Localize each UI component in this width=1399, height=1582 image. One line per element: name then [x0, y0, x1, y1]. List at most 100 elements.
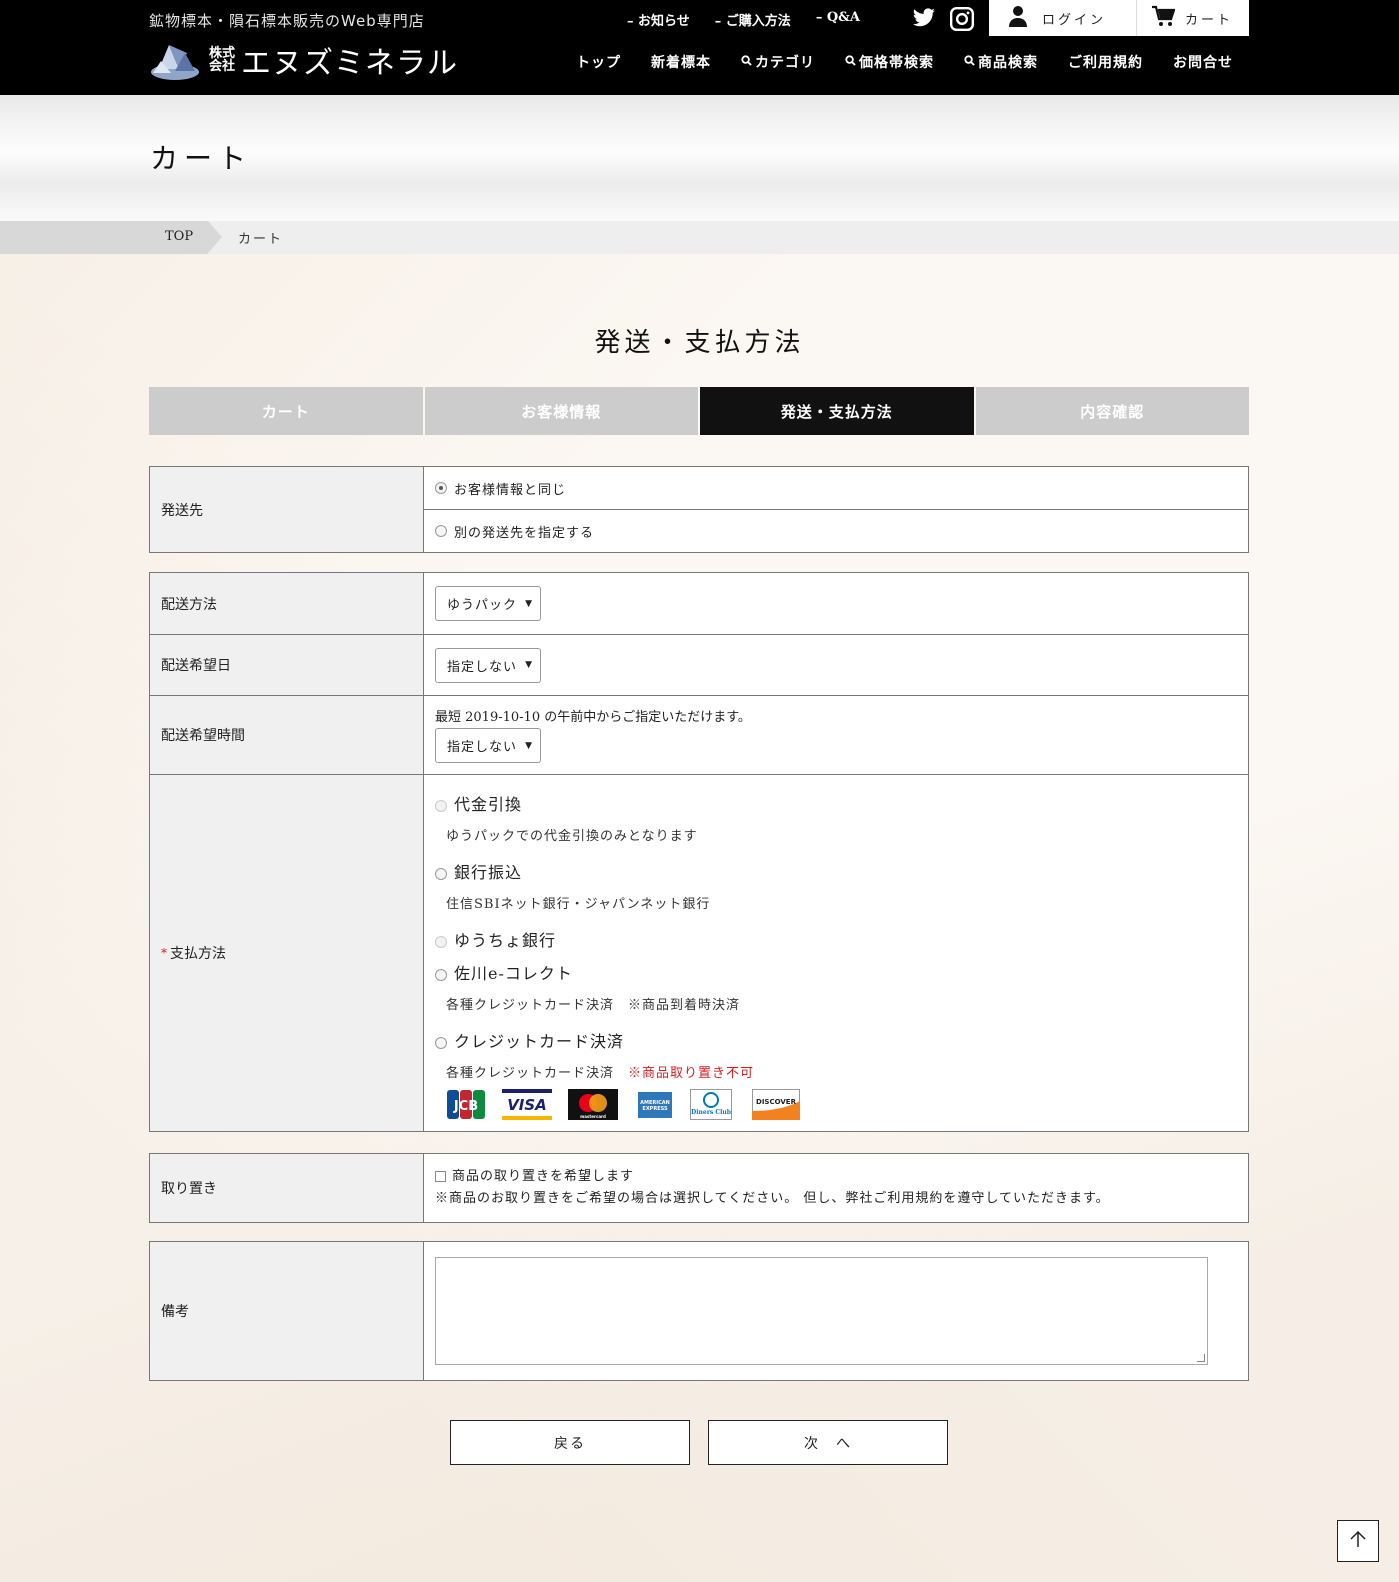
- payment-yucho-option[interactable]: ゆうちょ銀行: [435, 927, 1248, 951]
- card-brand-logos: JCB VISA mastercard AMERICAN EXPRESS Dine…: [446, 1089, 1248, 1120]
- payment-credit-radio[interactable]: [435, 1037, 447, 1049]
- chevron-down-icon: ▼: [525, 740, 533, 751]
- arrow-up-icon: [1348, 1529, 1368, 1553]
- link-how-to-buy[interactable]: – ご購入方法: [715, 10, 791, 29]
- diners-club-logo-icon: Diners Club: [690, 1089, 732, 1120]
- breadcrumb-top[interactable]: TOP: [0, 221, 208, 254]
- hold-table: 取り置き 商品の取り置きを希望します ※商品のお取り置きをご希望の場合は選択して…: [149, 1153, 1249, 1223]
- search-icon: [845, 54, 856, 70]
- nav-new-specimens[interactable]: 新着標本: [651, 52, 711, 72]
- payment-method-label-text: 支払方法: [170, 946, 226, 962]
- payment-yucho-label: ゆうちょ銀行: [454, 931, 557, 950]
- nav-category[interactable]: カテゴリ: [741, 52, 815, 72]
- jcb-logo-icon: JCB: [446, 1089, 486, 1120]
- nav-price-search[interactable]: 価格帯検索: [845, 52, 934, 72]
- scroll-to-top-button[interactable]: [1337, 1520, 1379, 1562]
- page-title-band: カート: [0, 95, 1399, 221]
- amex-logo-icon: AMERICAN EXPRESS: [638, 1089, 672, 1120]
- ship-to-same-radio[interactable]: [435, 482, 447, 494]
- delivery-time-note: 最短 2019-10-10 の午前中からご指定いただけます。: [435, 710, 751, 725]
- ship-to-label: 発送先: [150, 467, 424, 552]
- instagram-icon[interactable]: [949, 6, 975, 36]
- section-title: 発送・支払方法: [594, 328, 805, 358]
- search-icon: [741, 54, 752, 70]
- payment-bank-radio[interactable]: [435, 868, 447, 880]
- chevron-down-icon: ▼: [525, 598, 533, 609]
- account-bar: ログイン カート: [989, 0, 1249, 36]
- payment-yucho-radio[interactable]: [435, 936, 447, 948]
- payment-bank-note: 住信SBIネット銀行・ジャパンネット銀行: [446, 897, 711, 912]
- back-button[interactable]: 戻る: [450, 1420, 690, 1465]
- delivery-date-value: 指定しない: [447, 659, 518, 675]
- chevron-down-icon: ▼: [525, 660, 533, 670]
- delivery-time-label: 配送希望時間: [150, 696, 424, 774]
- visa-logo-icon: VISA: [502, 1089, 552, 1120]
- twitter-icon[interactable]: [911, 6, 937, 36]
- link-news[interactable]: – お知らせ: [627, 10, 690, 29]
- remarks-label: 備考: [150, 1242, 424, 1380]
- resize-grip-icon[interactable]: [1197, 1354, 1205, 1362]
- payment-bank-label: 銀行振込: [454, 863, 523, 882]
- cart-link[interactable]: カート: [1151, 5, 1233, 31]
- payment-sagawa-note: 各種クレジットカード決済 ※商品到着時決済: [446, 998, 741, 1013]
- svg-text:EXPRESS: EXPRESS: [642, 1106, 668, 1112]
- next-button[interactable]: 次 へ: [708, 1420, 948, 1465]
- cart-icon: [1151, 5, 1176, 31]
- link-qa[interactable]: – Q&A: [816, 10, 860, 29]
- nav-top[interactable]: トップ: [576, 52, 621, 72]
- ship-to-same-label: お客様情報と同じ: [454, 482, 567, 498]
- step-cart: カート: [149, 387, 423, 435]
- hold-option[interactable]: 商品の取り置きを希望します: [435, 1165, 1248, 1184]
- cart-label: カート: [1185, 12, 1234, 28]
- hold-checkbox[interactable]: [435, 1171, 446, 1182]
- payment-credit-option[interactable]: クレジットカード決済: [435, 1028, 1248, 1052]
- svg-text:mastercard: mastercard: [580, 1114, 606, 1119]
- nav-contact[interactable]: お問合せ: [1173, 52, 1233, 72]
- page-title: カート: [150, 142, 253, 175]
- hold-label: 取り置き: [150, 1154, 424, 1222]
- nav-product-search-label: 商品検索: [978, 55, 1038, 71]
- breadcrumb-current: カート: [238, 232, 284, 247]
- login-label: ログイン: [1042, 12, 1107, 28]
- delivery-date-select[interactable]: 指定しない ▼: [435, 647, 541, 683]
- breadcrumb: TOP カート: [0, 221, 1399, 254]
- payment-cod-label: 代金引換: [454, 795, 523, 814]
- step-customer-info: お客様情報: [424, 387, 698, 435]
- ship-to-other-option[interactable]: 別の発送先を指定する: [424, 509, 1248, 552]
- account-divider: [1136, 0, 1138, 36]
- top-links: – お知らせ – ご購入方法 – Q&A: [627, 10, 885, 29]
- delivery-time-select[interactable]: 指定しない ▼: [435, 728, 541, 763]
- payment-bank-option[interactable]: 銀行振込: [435, 859, 1248, 883]
- login-link[interactable]: ログイン: [1008, 5, 1106, 31]
- logo-company-type: 株式 会社: [209, 46, 236, 74]
- nav-category-label: カテゴリ: [755, 55, 815, 71]
- user-icon: [1008, 5, 1028, 31]
- payment-cod-note: ゆうパックでの代金引換のみとなります: [446, 829, 698, 844]
- nav-terms[interactable]: ご利用規約: [1068, 52, 1143, 72]
- payment-credit-note: 各種クレジットカード決済: [446, 1066, 615, 1081]
- svg-text:JCB: JCB: [453, 1099, 478, 1114]
- nav-product-search[interactable]: 商品検索: [964, 52, 1038, 72]
- payment-credit-note-line: 各種クレジットカード決済 ※商品取り置き不可: [446, 1062, 1248, 1081]
- site-logo[interactable]: 株式 会社 エヌズミネラル: [149, 38, 458, 82]
- delivery-method-select[interactable]: ゆうパック ▼: [435, 586, 541, 621]
- site-tagline: 鉱物標本・隕石標本販売のWeb専門店: [149, 12, 425, 30]
- step-confirm: 内容確認: [975, 387, 1249, 435]
- nav-price-search-label: 価格帯検索: [859, 55, 934, 71]
- payment-cod-radio[interactable]: [435, 800, 447, 812]
- main-nav: トップ 新着標本 カテゴリ 価格帯検索 商品検索 ご利用規約 お問合せ: [576, 52, 1233, 72]
- ship-to-other-radio[interactable]: [435, 525, 447, 537]
- logo-mark-icon: [149, 39, 201, 81]
- search-icon: [964, 54, 975, 70]
- remarks-textarea[interactable]: [435, 1257, 1208, 1365]
- logo-company-name: エヌズミネラル: [241, 46, 459, 81]
- payment-sagawa-option[interactable]: 佐川e-コレクト: [435, 960, 1248, 984]
- checkout-steps: カート お客様情報 発送・支払方法 内容確認: [149, 387, 1249, 435]
- ship-to-same-option[interactable]: お客様情報と同じ: [424, 467, 1248, 509]
- discover-logo-icon: DISCOVER: [752, 1089, 800, 1120]
- delivery-payment-table: 配送方法 ゆうパック ▼ 配送希望日 指定しない ▼ 配送希望時間 最短 2019-…: [149, 572, 1249, 1132]
- ship-to-table: 発送先 お客様情報と同じ 別の発送先を指定する: [149, 466, 1249, 553]
- payment-sagawa-radio[interactable]: [435, 969, 447, 981]
- payment-cod-option[interactable]: 代金引換: [435, 791, 1248, 815]
- mastercard-logo-icon: mastercard: [568, 1089, 618, 1120]
